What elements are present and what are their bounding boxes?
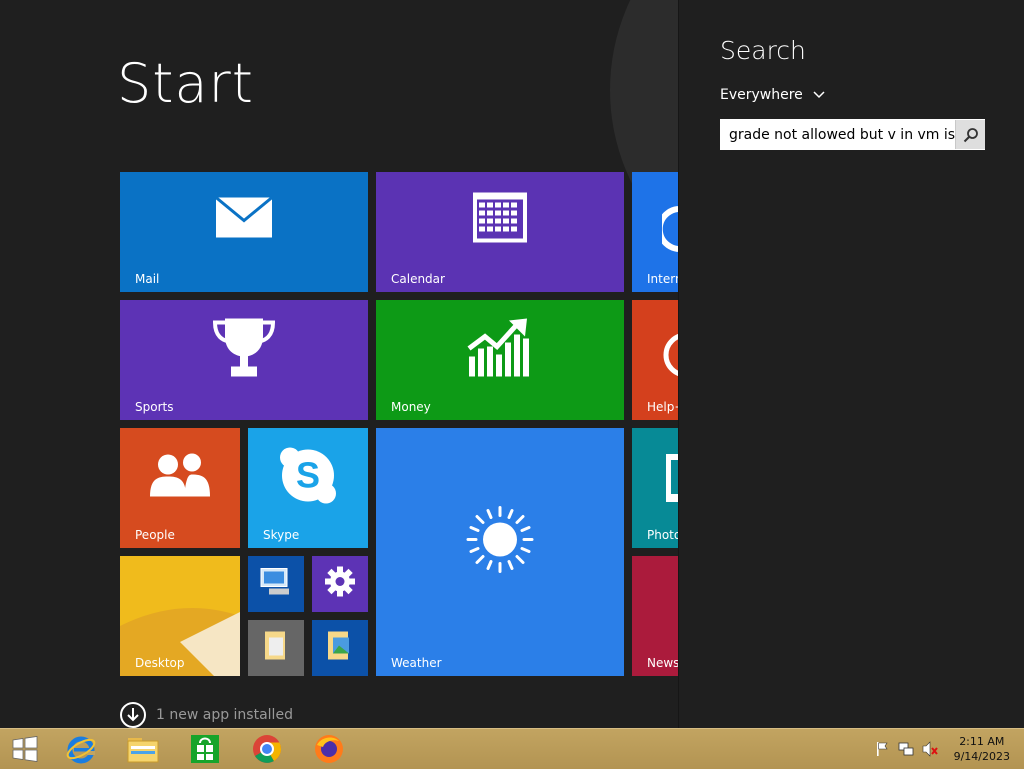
search-pane: Search Everywhere <box>678 0 1024 728</box>
tile-calendar[interactable]: Calendar <box>376 172 624 292</box>
tile-internet-explorer[interactable]: Intern <box>632 172 678 292</box>
tile-sports[interactable]: Sports <box>120 300 368 420</box>
internet-explorer-icon <box>656 206 678 257</box>
svg-text:S: S <box>296 455 320 496</box>
search-title: Search <box>720 36 806 65</box>
tile-pictures[interactable] <box>312 620 368 676</box>
action-center-flag-icon[interactable] <box>874 741 890 757</box>
tile-label: Money <box>391 400 431 414</box>
computer-icon <box>259 567 293 602</box>
taskbar-file-explorer[interactable] <box>121 733 165 765</box>
internet-explorer-icon <box>66 736 96 764</box>
trophy-icon <box>211 317 277 384</box>
taskbar-chrome[interactable] <box>245 733 289 765</box>
start-title: Start <box>117 52 254 115</box>
clock[interactable]: 2:11 AM 9/14/2023 <box>954 734 1010 764</box>
tile-label: Calendar <box>391 272 445 286</box>
tile-this-pc[interactable] <box>248 556 304 612</box>
people-icon <box>148 453 212 504</box>
taskbar: 2:11 AM 9/14/2023 <box>0 728 1024 769</box>
tile-mail[interactable]: Mail <box>120 172 368 292</box>
tile-news[interactable]: News <box>632 556 678 676</box>
tile-money[interactable]: Money <box>376 300 624 420</box>
folder-icon <box>127 738 159 763</box>
tile-label: Photo <box>647 528 678 542</box>
new-app-notice-text: 1 new app installed <box>156 707 293 723</box>
search-box <box>720 119 985 150</box>
network-icon[interactable] <box>898 741 914 757</box>
tile-label: Skype <box>263 528 300 542</box>
chrome-icon <box>253 735 282 763</box>
help-icon <box>662 330 678 385</box>
tile-desktop[interactable]: Desktop <box>120 556 240 676</box>
gear-icon <box>325 566 355 602</box>
tile-label: Weather <box>391 656 442 670</box>
tile-skype[interactable]: S Skype <box>248 428 368 548</box>
mail-icon <box>215 196 273 244</box>
tile-label: Desktop <box>135 656 185 670</box>
store-icon <box>191 735 219 763</box>
taskbar-firefox[interactable] <box>307 733 351 765</box>
tile-label: Sports <box>135 400 174 414</box>
volume-muted-icon[interactable] <box>922 741 938 757</box>
windows-logo-icon <box>12 736 38 762</box>
tile-label: News <box>647 656 678 670</box>
new-app-notice[interactable]: 1 new app installed <box>120 702 293 728</box>
search-input[interactable] <box>720 120 956 149</box>
sun-icon <box>465 505 535 580</box>
chart-up-icon <box>467 317 533 384</box>
start-screen: Start Mail Calendar Intern <box>0 0 678 728</box>
tile-people[interactable]: People <box>120 428 240 548</box>
tile-help[interactable]: Help+ <box>632 300 678 420</box>
start-button[interactable] <box>3 733 47 765</box>
tile-label: People <box>135 528 175 542</box>
down-arrow-icon <box>120 702 146 728</box>
document-folder-icon <box>264 630 288 667</box>
pictures-folder-icon <box>327 630 353 667</box>
tile-label: Help+ <box>647 400 678 414</box>
tile-label: Mail <box>135 272 160 286</box>
calendar-icon <box>472 192 528 249</box>
photos-icon <box>666 454 678 509</box>
clock-time: 2:11 AM <box>959 735 1005 748</box>
tile-weather[interactable]: Weather <box>376 428 624 676</box>
search-scope-label: Everywhere <box>720 87 803 103</box>
skype-icon: S <box>278 446 338 511</box>
search-icon <box>963 127 978 142</box>
search-button[interactable] <box>955 120 985 149</box>
tile-photos[interactable]: Photo <box>632 428 678 548</box>
chevron-down-icon <box>813 87 825 103</box>
taskbar-internet-explorer[interactable] <box>59 733 103 765</box>
tile-label: Intern <box>647 272 678 286</box>
tile-documents[interactable] <box>248 620 304 676</box>
search-scope-dropdown[interactable]: Everywhere <box>720 87 825 103</box>
firefox-icon <box>315 735 343 763</box>
tile-pc-settings[interactable] <box>312 556 368 612</box>
taskbar-store[interactable] <box>183 733 227 765</box>
clock-date: 9/14/2023 <box>953 750 1010 763</box>
